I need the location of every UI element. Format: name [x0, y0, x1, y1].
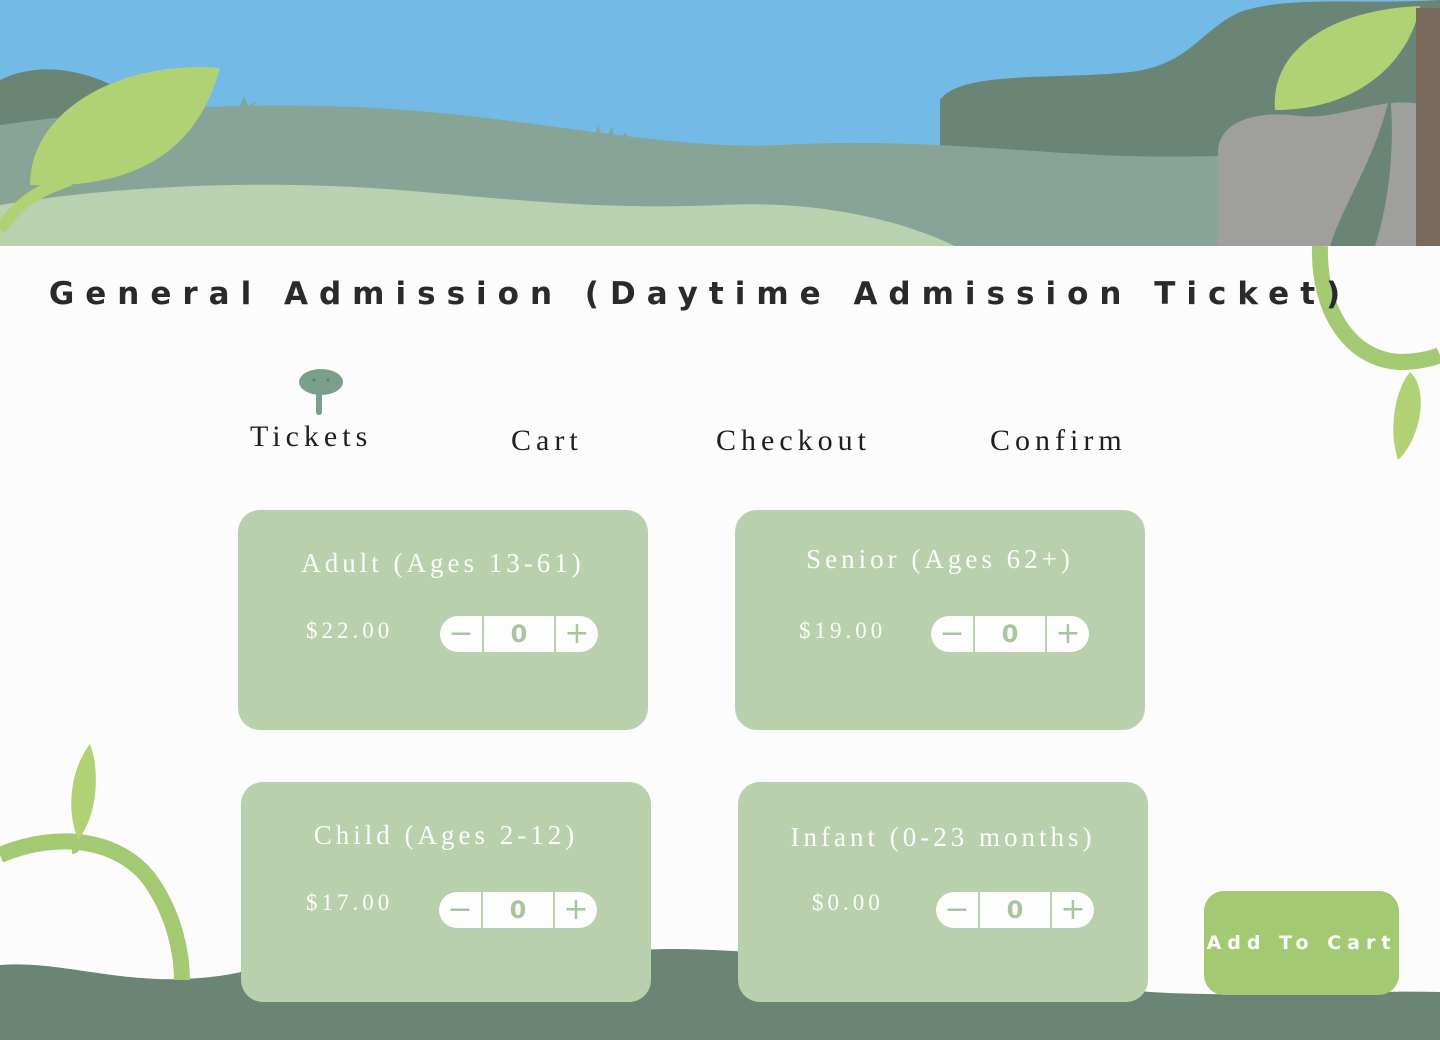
- vine-left: [0, 833, 190, 981]
- ticket-price: $17.00: [306, 890, 394, 915]
- ticket-card-infant: Infant (0-23 months) $0.00 − +: [738, 782, 1148, 1002]
- step-cart[interactable]: Cart: [511, 424, 583, 458]
- increment-button[interactable]: +: [556, 616, 598, 652]
- ticket-price: $0.00: [812, 890, 884, 915]
- quantity-stepper: − +: [931, 616, 1089, 652]
- ticket-price: $19.00: [799, 618, 887, 643]
- step-checkout[interactable]: Checkout: [716, 424, 871, 458]
- quantity-input[interactable]: [978, 892, 1052, 928]
- vine-leaf-left: [71, 744, 96, 840]
- step-tickets[interactable]: Tickets: [250, 420, 372, 454]
- ticket-card-adult: Adult (Ages 13-61) $22.00 − +: [238, 510, 648, 730]
- decrement-button[interactable]: −: [439, 892, 481, 928]
- quantity-stepper: − +: [936, 892, 1094, 928]
- add-to-cart-button[interactable]: Add To Cart: [1204, 891, 1399, 995]
- ticket-title: Infant (0-23 months): [790, 822, 1096, 852]
- quantity-input[interactable]: [482, 616, 556, 652]
- decrement-button[interactable]: −: [936, 892, 978, 928]
- decrement-button[interactable]: −: [440, 616, 482, 652]
- quantity-input[interactable]: [481, 892, 555, 928]
- ticket-title: Child (Ages 2-12): [313, 820, 579, 850]
- quantity-stepper: − +: [439, 892, 597, 928]
- step-confirm[interactable]: Confirm: [990, 424, 1127, 458]
- ticket-title: Adult (Ages 13-61): [301, 548, 585, 578]
- increment-button[interactable]: +: [555, 892, 597, 928]
- tree-trunk: [1416, 8, 1440, 246]
- ticket-card-child: Child (Ages 2-12) $17.00 − +: [241, 782, 651, 1002]
- decrement-button[interactable]: −: [931, 616, 973, 652]
- elephant-icon: [299, 369, 343, 415]
- increment-button[interactable]: +: [1047, 616, 1089, 652]
- vine-leaf-right: [1393, 372, 1421, 460]
- ticket-card-senior: Senior (Ages 62+) $19.00 − +: [735, 510, 1145, 730]
- ticket-title: Senior (Ages 62+): [806, 544, 1074, 574]
- increment-button[interactable]: +: [1052, 892, 1094, 928]
- page-title: General Admission (Daytime Admission Tic…: [48, 276, 1352, 312]
- ticket-price: $22.00: [306, 618, 394, 643]
- landscape-background: [0, 0, 1440, 1040]
- quantity-stepper: − +: [440, 616, 598, 652]
- quantity-input[interactable]: [973, 616, 1047, 652]
